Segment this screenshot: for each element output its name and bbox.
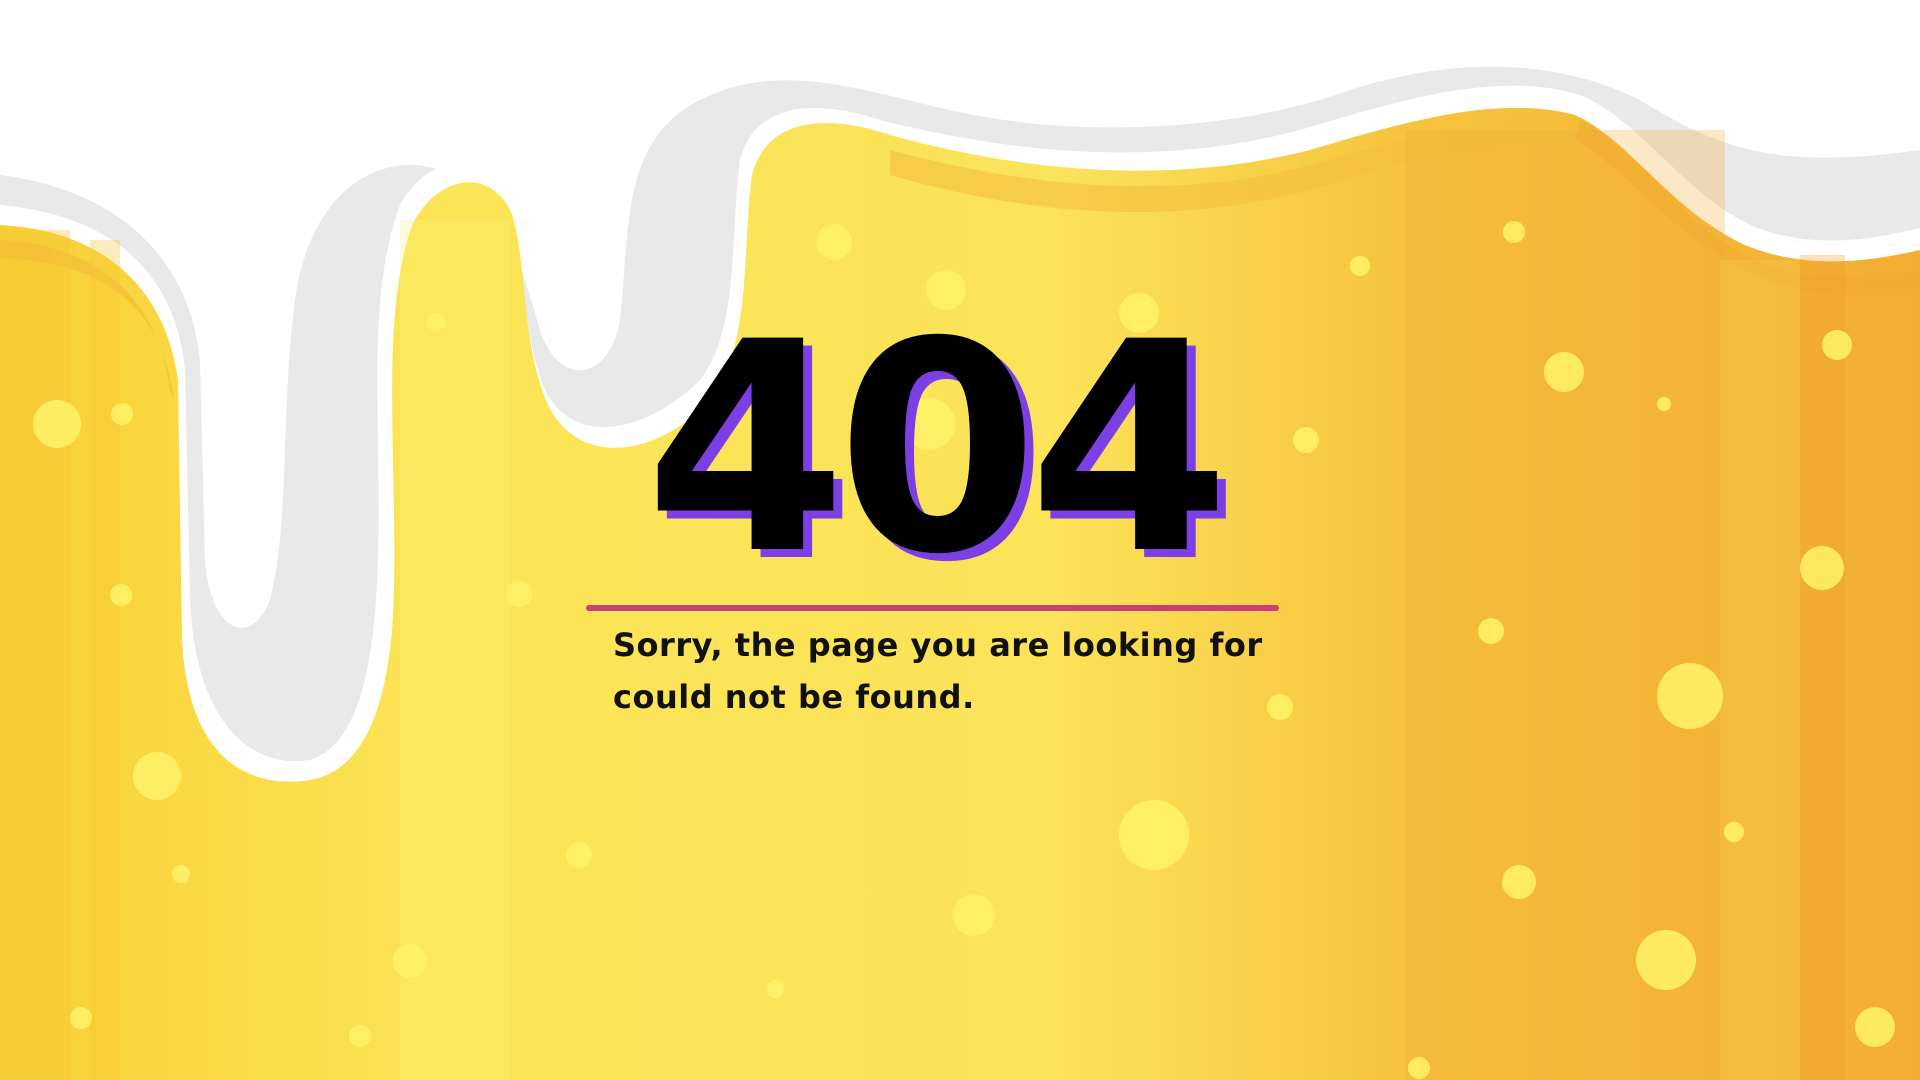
error-code: 404 404 [585,281,1280,618]
honey-stripe [1720,260,1800,1080]
not-found-page: 404 404 Sorry, the page you are looking … [0,0,1920,1080]
error-message: Sorry, the page you are looking for coul… [613,626,1263,716]
honey-stripe [0,230,70,1080]
error-code-text: 404 [644,281,1230,618]
honey-stripe [1800,255,1845,1080]
not-found-content: 404 404 Sorry, the page you are looking … [585,300,1280,723]
honey-stripe [90,240,120,1080]
